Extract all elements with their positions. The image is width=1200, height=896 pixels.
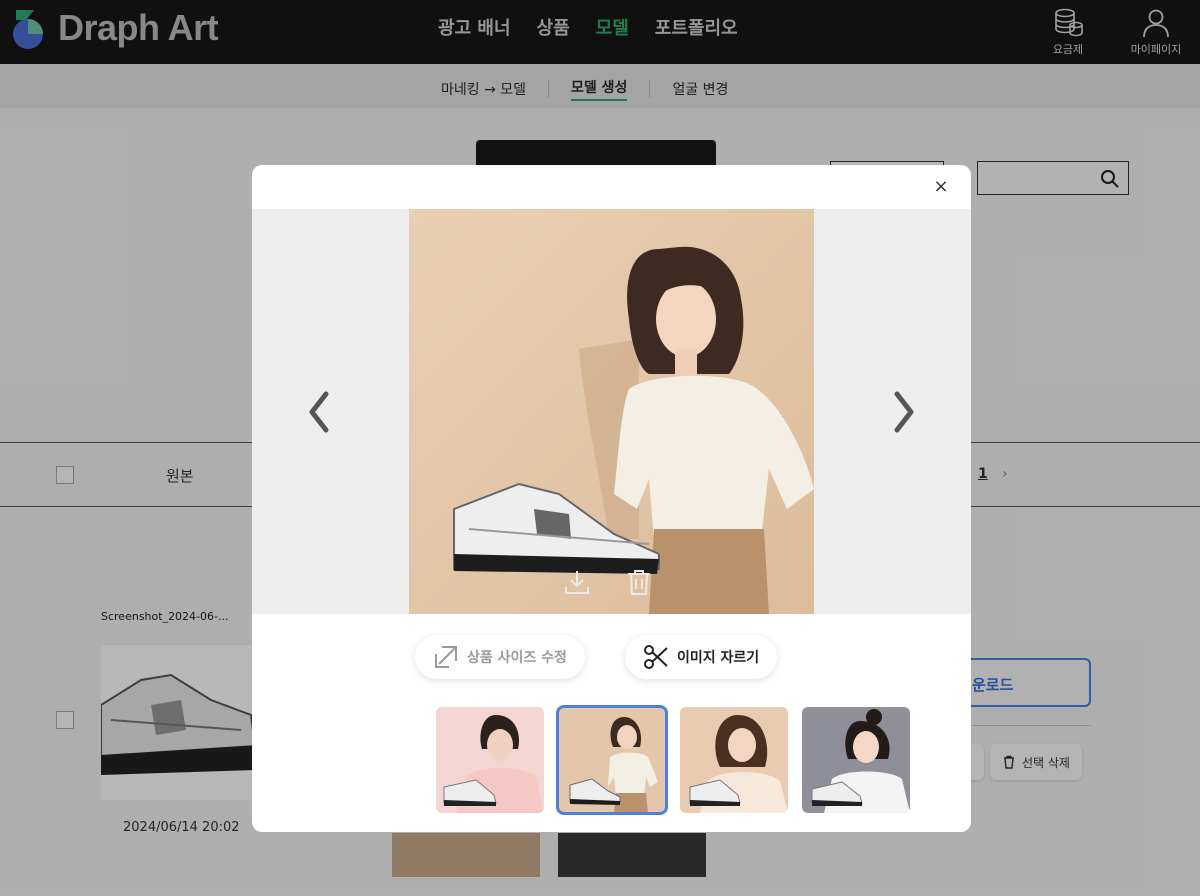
image-preview-modal: × 상품 사이즈 수정 이미지 자르기	[252, 165, 971, 832]
image-viewer	[252, 209, 971, 614]
scissors-icon	[644, 645, 668, 669]
resize-icon	[435, 646, 457, 668]
close-button[interactable]: ×	[931, 177, 951, 197]
thumbnail-model-3[interactable]	[680, 707, 788, 813]
thumbnail-model-2[interactable]	[556, 705, 668, 815]
thumbnail-model-4[interactable]	[802, 707, 910, 813]
thumbnail-model-1[interactable]	[436, 707, 544, 813]
trash-icon[interactable]	[624, 567, 654, 597]
crop-image-button[interactable]: 이미지 자르기	[625, 635, 778, 679]
chevron-left-icon[interactable]	[304, 389, 334, 435]
chevron-right-icon[interactable]	[889, 389, 919, 435]
resize-product-button[interactable]: 상품 사이즈 수정	[415, 635, 585, 679]
crop-image-label: 이미지 자르기	[677, 650, 760, 666]
download-icon[interactable]	[562, 567, 592, 597]
resize-product-label: 상품 사이즈 수정	[467, 650, 567, 666]
generated-model-image	[409, 209, 814, 614]
thumbnail-strip	[436, 705, 910, 815]
